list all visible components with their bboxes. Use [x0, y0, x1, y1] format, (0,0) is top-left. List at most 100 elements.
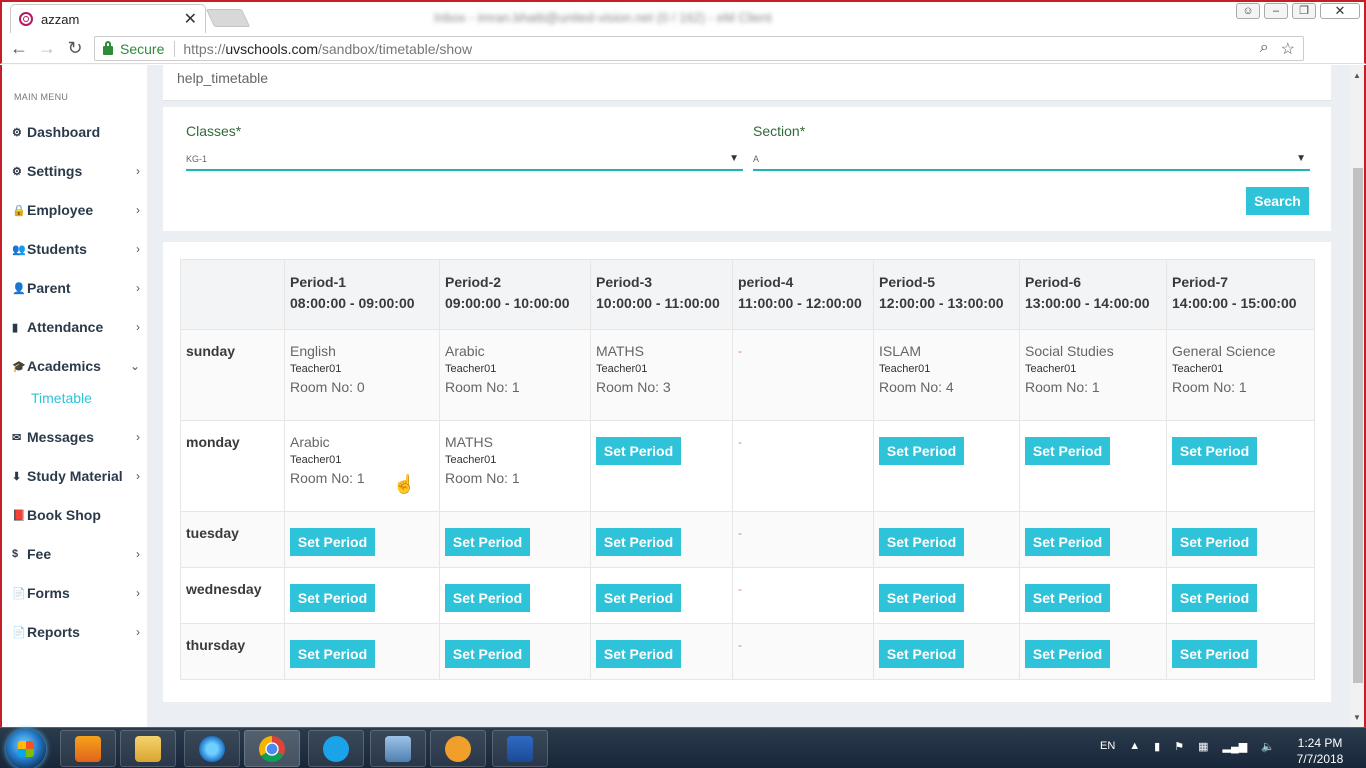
sidebar-item-settings[interactable]: ⚙ Settings ›	[12, 160, 140, 182]
room-number: Room No: 1	[445, 379, 520, 395]
file-explorer-icon[interactable]	[120, 730, 176, 767]
remote-desktop-icon[interactable]	[370, 730, 426, 767]
star-icon[interactable]: ☆	[1281, 39, 1295, 59]
sidebar-item-academics[interactable]: 🎓 Academics ⌄	[12, 355, 140, 377]
period-cell: Set Period	[439, 623, 591, 680]
scroll-up-icon[interactable]: ▲	[1353, 71, 1361, 80]
period-cell: Set Period	[1166, 511, 1315, 568]
internet-explorer-icon[interactable]	[184, 730, 240, 767]
set-period-button[interactable]: Set Period	[596, 528, 681, 556]
section-select[interactable]: A ▼	[753, 145, 1310, 171]
set-period-button[interactable]: Set Period	[290, 528, 375, 556]
browser-tab[interactable]: azzam ✕	[10, 4, 206, 33]
sidebar-subitem-timetable[interactable]: Timetable	[31, 390, 92, 406]
chevron-right-icon: ›	[136, 164, 140, 178]
period-cell: Set Period	[439, 511, 591, 568]
set-period-button[interactable]: Set Period	[879, 640, 964, 668]
media-player-icon[interactable]	[60, 730, 116, 767]
set-period-button[interactable]: Set Period	[1172, 640, 1257, 668]
scroll-down-icon[interactable]: ▼	[1353, 713, 1361, 722]
sidebar-item-employee[interactable]: 🔒 Employee ›	[12, 199, 140, 221]
period-header: Period-3 10:00:00 - 11:00:00	[590, 259, 733, 330]
sidebar-item-reports[interactable]: 📄 Reports ›	[12, 621, 140, 643]
set-period-button[interactable]: Set Period	[445, 640, 530, 668]
search-icon[interactable]: ⌕	[1260, 39, 1269, 59]
sidebar-item-fee[interactable]: $ Fee ›	[12, 543, 140, 565]
subject-name: General Science	[1172, 343, 1276, 359]
period-cell: -	[732, 567, 874, 624]
sidebar-item-study-material[interactable]: ⬇ Study Material ›	[12, 465, 140, 487]
set-period-button[interactable]: Set Period	[1172, 437, 1257, 465]
forward-button[interactable]: →	[36, 38, 58, 58]
day-cell: thursday	[180, 623, 285, 680]
set-period-button[interactable]: Set Period	[596, 584, 681, 612]
set-period-button[interactable]: Set Period	[290, 584, 375, 612]
set-period-button[interactable]: Set Period	[879, 528, 964, 556]
back-button[interactable]: ←	[8, 38, 30, 58]
window-controls: ☺ – ❐ ✕	[1236, 3, 1360, 19]
window-title: Inbox - imran.bhatti@united-vision.net (…	[434, 10, 772, 25]
set-period-button[interactable]: Set Period	[596, 437, 681, 465]
restore-button[interactable]: ❐	[1292, 3, 1316, 19]
set-period-button[interactable]: Set Period	[290, 640, 375, 668]
new-tab-button[interactable]	[205, 9, 251, 27]
set-period-button[interactable]: Set Period	[445, 528, 530, 556]
period-cell: General Science Teacher01 Room No: 1	[1166, 329, 1315, 421]
room-number: Room No: 0	[290, 379, 365, 395]
reload-button[interactable]: ↻	[64, 38, 86, 58]
period-header: period-4 11:00:00 - 12:00:00	[732, 259, 874, 330]
chrome-icon[interactable]	[244, 730, 300, 767]
search-button[interactable]: Search	[1246, 187, 1309, 215]
set-period-button[interactable]: Set Period	[1025, 584, 1110, 612]
system-clock[interactable]: 1:24 PM 7/7/2018	[1280, 735, 1360, 767]
flag-icon[interactable]: ⚑	[1174, 740, 1184, 753]
sidebar-item-forms[interactable]: 📄 Forms ›	[12, 582, 140, 604]
set-period-button[interactable]: Set Period	[879, 584, 964, 612]
scroll-thumb[interactable]	[1353, 168, 1363, 683]
set-period-button[interactable]: Set Period	[1025, 640, 1110, 668]
user-icon[interactable]: ☺	[1236, 3, 1260, 19]
sidebar-item-dashboard[interactable]: ⚙ Dashboard	[12, 121, 140, 143]
sidebar-item-attendance[interactable]: ▮ Attendance ›	[12, 316, 140, 338]
set-period-button[interactable]: Set Period	[1025, 437, 1110, 465]
teacher-name: Teacher01	[290, 363, 342, 375]
skype-icon[interactable]	[308, 730, 364, 767]
sidebar-item-students[interactable]: 👥 Students ›	[12, 238, 140, 260]
period-cell: Set Period	[590, 623, 733, 680]
tab-close-icon[interactable]: ✕	[184, 9, 197, 29]
word-icon[interactable]	[492, 730, 548, 767]
minimize-button[interactable]: –	[1264, 3, 1288, 19]
address-bar[interactable]: Secure https:// uvschools.com /sandbox/t…	[94, 36, 1304, 61]
period-cell: Set Period	[873, 511, 1020, 568]
set-period-button[interactable]: Set Period	[596, 640, 681, 668]
period-cell: MATHS Teacher01 Room No: 3	[590, 329, 733, 421]
period-name: Period-2	[445, 274, 502, 290]
set-period-button[interactable]: Set Period	[1025, 528, 1110, 556]
language-indicator[interactable]: EN	[1100, 740, 1115, 753]
battery-icon[interactable]: ▮	[1154, 740, 1160, 753]
classes-select[interactable]: KG-1 ▼	[186, 145, 743, 171]
set-period-button[interactable]: Set Period	[1172, 584, 1257, 612]
teacher-name: Teacher01	[879, 363, 931, 375]
set-period-button[interactable]: Set Period	[879, 437, 964, 465]
period-cell: Set Period	[439, 567, 591, 624]
sidebar-item-messages[interactable]: ✉ Messages ›	[12, 426, 140, 448]
table-row: thursday Set Period Set Period Set Period - S…	[180, 623, 1315, 680]
chevron-right-icon: ›	[136, 547, 140, 561]
sidebar-item-parent[interactable]: 👤 Parent ›	[12, 277, 140, 299]
start-button[interactable]	[6, 729, 46, 768]
show-hidden-icons-icon[interactable]: ▲	[1129, 740, 1140, 753]
em-client-icon[interactable]	[430, 730, 486, 767]
set-period-button[interactable]: Set Period	[1172, 528, 1257, 556]
signal-icon[interactable]: ▂▄▆	[1223, 740, 1248, 753]
subject-name: Arabic	[445, 343, 485, 359]
period-cell: Set Period	[873, 623, 1020, 680]
period-name: Period-6	[1025, 274, 1082, 290]
network-icon[interactable]: ▦	[1198, 740, 1208, 753]
sidebar-item-book-shop[interactable]: 📕 Book Shop	[12, 504, 140, 526]
set-period-button[interactable]: Set Period	[445, 584, 530, 612]
close-window-button[interactable]: ✕	[1320, 3, 1360, 19]
sidebar-item-label: Reports	[27, 624, 80, 640]
page-scrollbar[interactable]: ▲ ▼	[1350, 65, 1366, 727]
volume-icon[interactable]: 🔈	[1261, 740, 1275, 753]
